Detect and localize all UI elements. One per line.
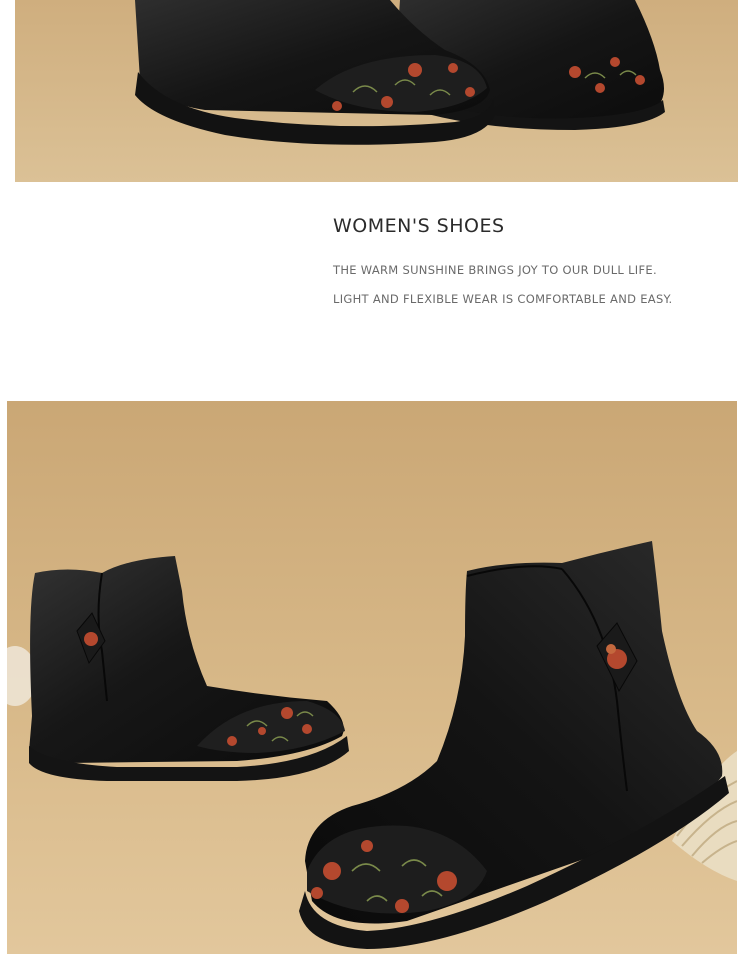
caption-heading: WOMEN'S SHOES — [333, 215, 505, 237]
bottom-photo-illustration — [7, 401, 737, 954]
top-product-photo — [15, 0, 738, 182]
caption-line-1: THE WARM SUNSHINE BRINGS JOY TO OUR DULL… — [333, 263, 657, 277]
bottom-product-photo — [7, 401, 737, 954]
caption-line-2: LIGHT AND FLEXIBLE WEAR IS COMFORTABLE A… — [333, 292, 673, 306]
top-photo-illustration — [15, 0, 738, 182]
